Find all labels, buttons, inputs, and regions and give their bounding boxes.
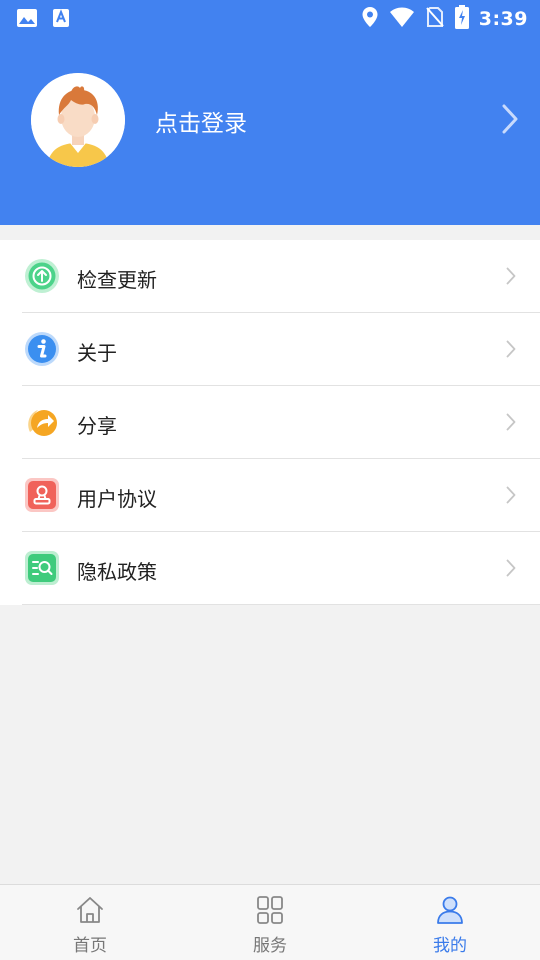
chevron-right-icon: [502, 104, 518, 138]
chevron-right-icon: [506, 340, 516, 362]
profile-header: 3:39 点击登录: [0, 0, 540, 225]
status-time: 3:39: [478, 8, 528, 30]
location-icon: [361, 6, 379, 32]
info-icon: [24, 331, 60, 367]
privacy-icon: [24, 550, 60, 586]
menu-item-check-update[interactable]: 检查更新: [0, 240, 540, 313]
divider: [22, 604, 540, 605]
battery-charging-icon: [454, 5, 469, 33]
tab-label: 服务: [253, 936, 287, 956]
menu-item-label: 检查更新: [77, 268, 157, 292]
user-icon: [434, 894, 466, 926]
home-icon: [74, 894, 106, 926]
chevron-right-icon: [506, 559, 516, 581]
avatar-boy-icon[interactable]: [31, 73, 125, 167]
chevron-right-icon: [506, 413, 516, 435]
wifi-icon: [389, 6, 415, 32]
tab-home[interactable]: 首页: [0, 885, 180, 960]
status-bar: 3:39: [0, 0, 540, 36]
menu-item-label: 隐私政策: [77, 560, 157, 584]
no-sim-icon: [425, 6, 445, 32]
tab-services[interactable]: 服务: [180, 885, 360, 960]
chevron-right-icon: [506, 267, 516, 289]
grid-icon: [254, 894, 286, 926]
login-row[interactable]: 点击登录: [0, 70, 540, 170]
settings-menu: 检查更新 关于 分享 用户协议 隐私政策: [0, 240, 540, 605]
menu-item-about[interactable]: 关于: [0, 313, 540, 386]
image-icon: [16, 8, 38, 32]
bottom-tab-bar: 首页 服务 我的: [0, 884, 540, 960]
menu-item-label: 分享: [77, 414, 117, 438]
menu-item-label: 关于: [77, 341, 117, 365]
tab-label: 首页: [73, 936, 107, 956]
tab-mine[interactable]: 我的: [360, 885, 540, 960]
menu-item-user-agreement[interactable]: 用户协议: [0, 459, 540, 532]
share-icon: [24, 404, 60, 440]
agreement-icon: [24, 477, 60, 513]
update-icon: [24, 258, 60, 294]
menu-item-share[interactable]: 分享: [0, 386, 540, 459]
tab-label: 我的: [433, 936, 467, 956]
chevron-right-icon: [506, 486, 516, 508]
menu-item-privacy-policy[interactable]: 隐私政策: [0, 532, 540, 605]
menu-item-label: 用户协议: [77, 487, 157, 511]
login-label[interactable]: 点击登录: [155, 104, 247, 138]
text-a-icon: [52, 8, 70, 32]
